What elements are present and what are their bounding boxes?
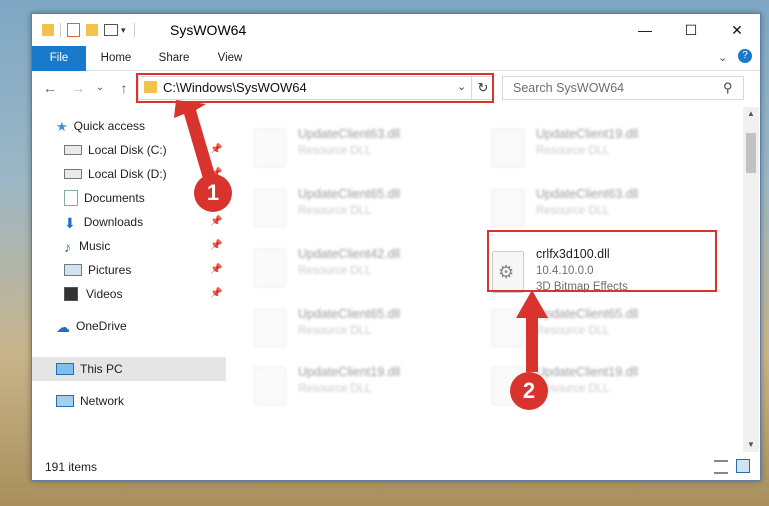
arrow-2 xyxy=(516,290,548,372)
step-2-badge: 2 xyxy=(510,372,548,410)
arrow-1 xyxy=(174,100,216,182)
annotation-arrows xyxy=(174,100,548,372)
step-1-badge: 1 xyxy=(194,174,232,212)
